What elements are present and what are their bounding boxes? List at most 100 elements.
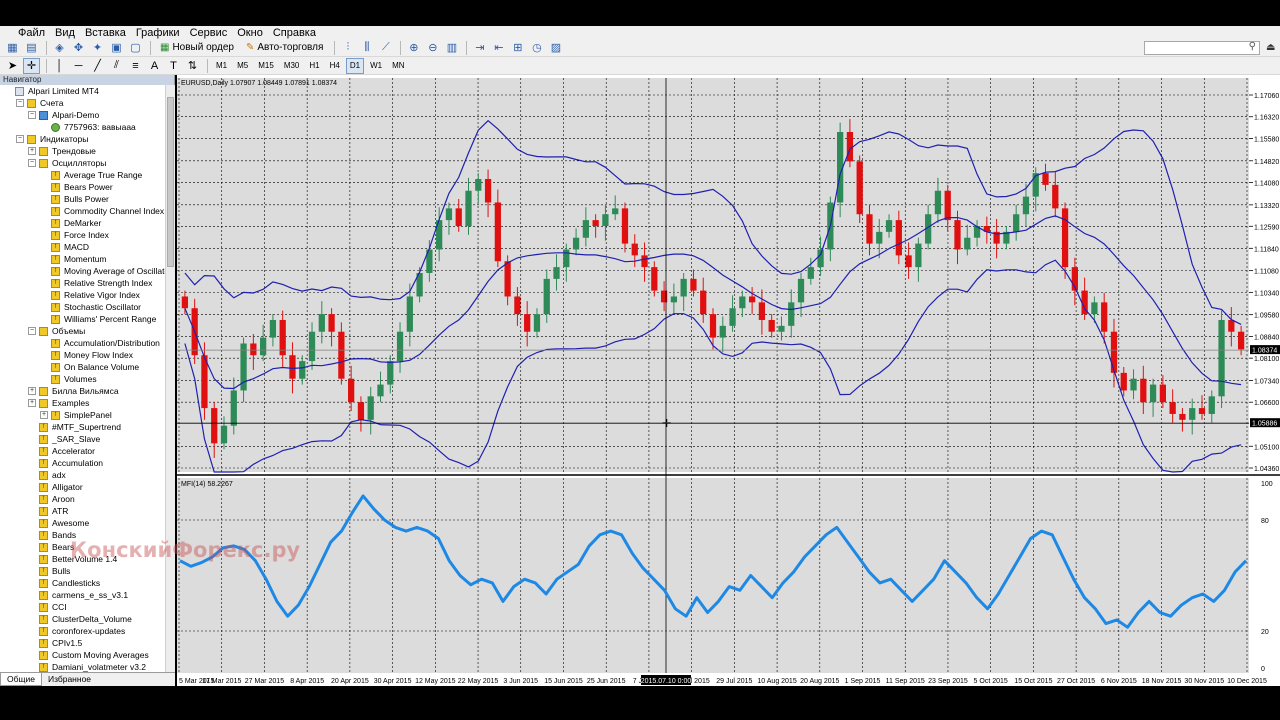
bar-chart-icon[interactable]: ⫶: [339, 40, 356, 56]
navigator-item[interactable]: f Awesome: [0, 517, 165, 529]
navigator-item[interactable]: f Alligator: [0, 481, 165, 493]
navigator-item[interactable]: Alpari Limited MT4: [0, 85, 165, 97]
trendline-icon[interactable]: ╱: [89, 58, 106, 74]
collapse-icon[interactable]: −: [28, 111, 36, 119]
navigator-item[interactable]: f Momentum: [0, 253, 165, 265]
zoom-in-icon[interactable]: ⊕: [405, 40, 422, 56]
navigator-item[interactable]: f Bulls Power: [0, 193, 165, 205]
navigator-item[interactable]: f Volumes: [0, 373, 165, 385]
navigator-item[interactable]: f On Balance Volume: [0, 361, 165, 373]
navigator-item[interactable]: f Williams' Percent Range: [0, 313, 165, 325]
navigator-item[interactable]: 7757963: вавыааа: [0, 121, 165, 133]
timeframe-m30-button[interactable]: M30: [280, 58, 304, 74]
navigator-item[interactable]: f Bulls: [0, 565, 165, 577]
timeframe-m5-button[interactable]: M5: [233, 58, 252, 74]
search-input[interactable]: ⚲: [1144, 41, 1260, 55]
navigator-item[interactable]: f ClusterDelta_Volume: [0, 613, 165, 625]
navigator-item[interactable]: f Relative Strength Index: [0, 277, 165, 289]
exit-icon[interactable]: ⏏: [1266, 42, 1275, 53]
navigator-item[interactable]: f Damiani_volatmeter v3.2: [0, 661, 165, 672]
navigator-scrollbar[interactable]: [165, 85, 175, 672]
navigator-item[interactable]: f DeMarker: [0, 217, 165, 229]
navigator-item[interactable]: + Examples: [0, 397, 165, 409]
equidistant-channel-icon[interactable]: ⫽: [108, 58, 125, 74]
arrows-icon[interactable]: ⇅: [184, 58, 201, 74]
menu-item-3[interactable]: Графики: [136, 27, 180, 39]
menu-item-1[interactable]: Вид: [55, 27, 75, 39]
collapse-icon[interactable]: −: [16, 99, 24, 107]
navigator-item[interactable]: f adx: [0, 469, 165, 481]
fibonacci-icon[interactable]: ≡: [127, 58, 144, 74]
collapse-icon[interactable]: −: [28, 159, 36, 167]
line-chart-icon[interactable]: ⟋: [377, 40, 394, 56]
navigator-item[interactable]: f CPIv1.5: [0, 637, 165, 649]
navigator-item[interactable]: − Индикаторы: [0, 133, 165, 145]
profiles-icon[interactable]: ▤: [23, 40, 40, 56]
strategy-tester-icon[interactable]: ▢: [127, 40, 144, 56]
navigator-item[interactable]: f Relative Vigor Index: [0, 289, 165, 301]
navigator-item[interactable]: f _SAR_Slave: [0, 433, 165, 445]
navigator-item[interactable]: f ATR: [0, 505, 165, 517]
expand-icon[interactable]: +: [28, 399, 36, 407]
chart-shift-icon[interactable]: ⇤: [490, 40, 507, 56]
timeframe-mn-button[interactable]: MN: [388, 58, 408, 74]
expand-icon[interactable]: +: [28, 387, 36, 395]
navigator-item[interactable]: f Average True Range: [0, 169, 165, 181]
new-order-button[interactable]: ▦ Новый ордер: [155, 40, 239, 56]
navigator-item[interactable]: f CCI: [0, 601, 165, 613]
text-icon[interactable]: A: [146, 58, 163, 74]
navigator-item[interactable]: + f SimplePanel: [0, 409, 165, 421]
navigator-item[interactable]: f Accelerator: [0, 445, 165, 457]
navigator-item[interactable]: f Accumulation: [0, 457, 165, 469]
horizontal-line-icon[interactable]: ─: [70, 58, 87, 74]
timeframe-m1-button[interactable]: M1: [212, 58, 231, 74]
timeframe-d1-button[interactable]: D1: [345, 57, 365, 74]
indicators-icon[interactable]: ⊞: [509, 40, 526, 56]
timeframe-w1-button[interactable]: W1: [366, 58, 386, 74]
navigator-item[interactable]: − Осцилляторы: [0, 157, 165, 169]
data-window-icon[interactable]: ✥: [70, 40, 87, 56]
new-chart-icon[interactable]: ▦: [4, 40, 21, 56]
crosshair-icon[interactable]: ✛: [23, 57, 40, 74]
tab-common[interactable]: Общие: [0, 673, 42, 686]
auto-scroll-icon[interactable]: ⇥: [471, 40, 488, 56]
vertical-line-icon[interactable]: │: [51, 58, 68, 74]
expand-icon[interactable]: +: [28, 147, 36, 155]
chart-window[interactable]: 1.17060 1.16320 1.15580 1.14820 1.14080 1.133…: [177, 75, 1280, 686]
tab-favorites[interactable]: Избранное: [42, 673, 97, 686]
cursor-icon[interactable]: ➤: [4, 58, 21, 74]
navigator-icon[interactable]: ✦: [89, 40, 106, 56]
market-watch-icon[interactable]: ◈: [51, 40, 68, 56]
navigator-item[interactable]: f Commodity Channel Index: [0, 205, 165, 217]
navigator-item[interactable]: f Candlesticks: [0, 577, 165, 589]
navigator-item[interactable]: f Force Index: [0, 229, 165, 241]
periods-icon[interactable]: ◷: [528, 40, 545, 56]
menu-item-4[interactable]: Сервис: [190, 27, 228, 39]
navigator-item[interactable]: f Accumulation/Distribution: [0, 337, 165, 349]
navigator-item[interactable]: f Stochastic Oscillator: [0, 301, 165, 313]
navigator-item[interactable]: f Bears Power: [0, 181, 165, 193]
navigator-item[interactable]: f Custom Moving Averages: [0, 649, 165, 661]
navigator-item[interactable]: f coronforex-updates: [0, 625, 165, 637]
terminal-icon[interactable]: ▣: [108, 40, 125, 56]
autotrading-button[interactable]: ✎ Авто-торговля: [241, 40, 328, 56]
timeframe-m15-button[interactable]: M15: [254, 58, 278, 74]
timeframe-h4-button[interactable]: H4: [326, 58, 344, 74]
navigator-item[interactable]: − Счета: [0, 97, 165, 109]
navigator-item[interactable]: f #MTF_Supertrend: [0, 421, 165, 433]
price-chart[interactable]: 1.17060 1.16320 1.15580 1.14820 1.14080 1.133…: [177, 75, 1280, 686]
menu-item-2[interactable]: Вставка: [85, 27, 126, 39]
navigator-item[interactable]: f Money Flow Index: [0, 349, 165, 361]
navigator-item[interactable]: + Трендовые: [0, 145, 165, 157]
menu-item-0[interactable]: Файл: [18, 27, 45, 39]
timeframe-h1-button[interactable]: H1: [305, 58, 323, 74]
navigator-item[interactable]: − Alpari-Demo: [0, 109, 165, 121]
navigator-item[interactable]: f MACD: [0, 241, 165, 253]
menu-item-5[interactable]: Окно: [237, 27, 263, 39]
navigator-item[interactable]: f carmens_e_ss_v3.1: [0, 589, 165, 601]
navigator-item[interactable]: + Билла Вильямса: [0, 385, 165, 397]
navigator-item[interactable]: f Moving Average of Oscillator: [0, 265, 165, 277]
candlestick-icon[interactable]: ⫼: [358, 40, 375, 56]
collapse-icon[interactable]: −: [16, 135, 24, 143]
menu-item-6[interactable]: Справка: [273, 27, 316, 39]
